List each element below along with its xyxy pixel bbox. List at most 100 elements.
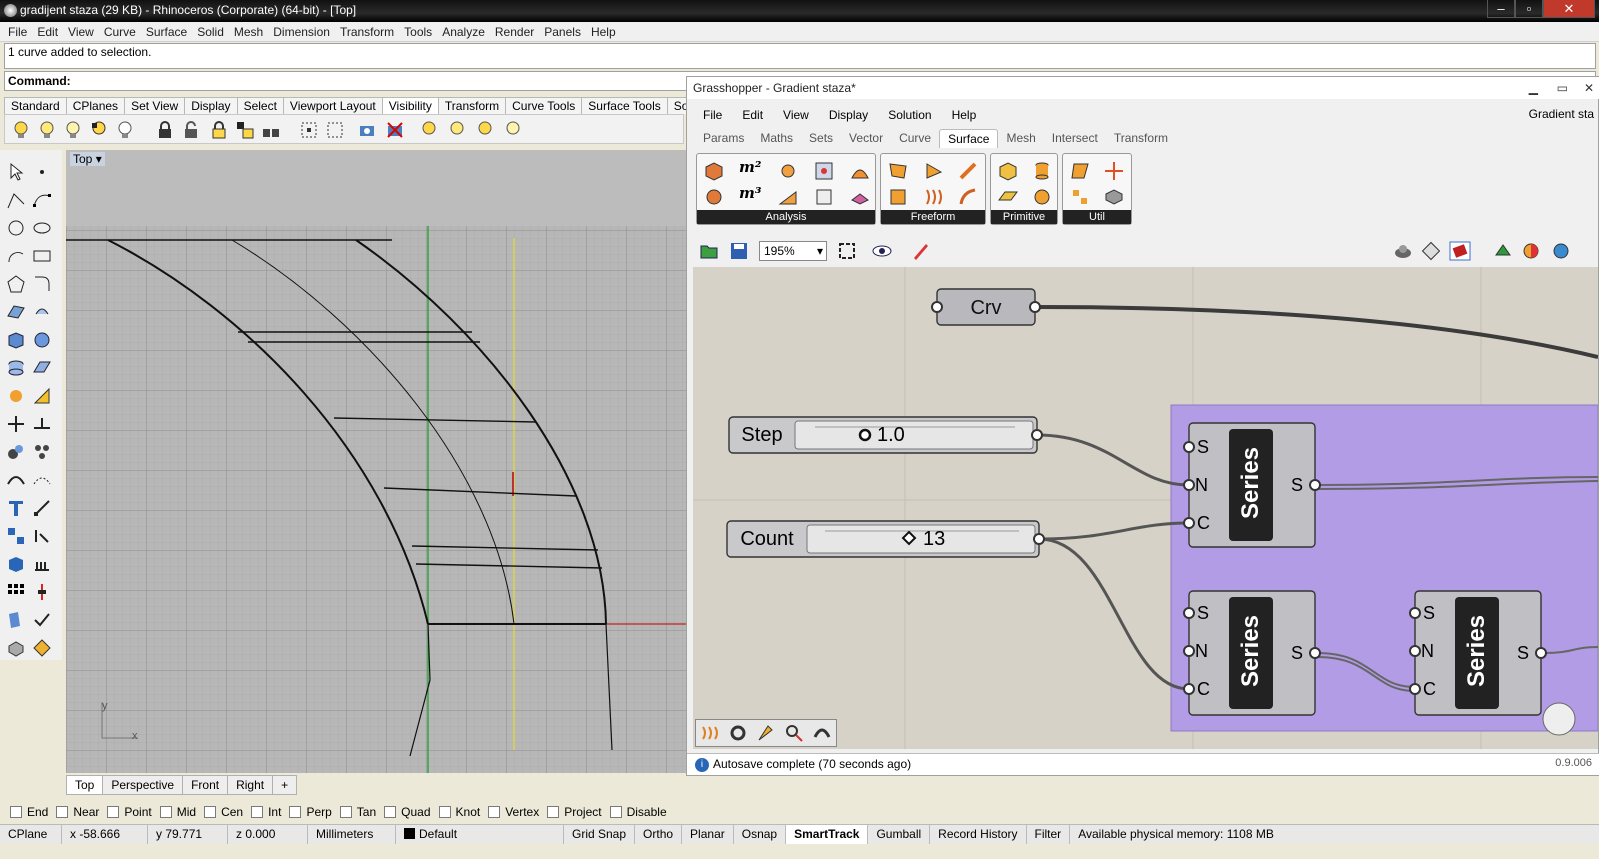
menu-edit[interactable]: Edit	[37, 25, 58, 39]
rectangle-icon[interactable]	[32, 246, 52, 266]
gh-document-name[interactable]: Gradient sta	[1529, 107, 1594, 121]
series1-output-s[interactable]: S	[1291, 475, 1303, 496]
status-osnap[interactable]: Osnap	[734, 824, 787, 844]
status-record-history[interactable]: Record History	[930, 824, 1027, 844]
unlock-selected-icon[interactable]	[235, 120, 255, 140]
show-points-icon[interactable]	[299, 120, 319, 140]
osnap-knot[interactable]: Knot	[438, 805, 480, 819]
circle-icon[interactable]	[6, 218, 26, 238]
extrude-surface-icon[interactable]	[923, 160, 945, 182]
surface-from-points-icon[interactable]	[6, 302, 26, 322]
box-properties-icon[interactable]	[703, 160, 725, 182]
box-icon[interactable]	[6, 330, 26, 350]
plane-icon[interactable]	[32, 358, 52, 378]
menu-curve[interactable]: Curve	[104, 25, 136, 39]
menu-tools[interactable]: Tools	[404, 25, 432, 39]
menu-analyze[interactable]: Analyze	[442, 25, 485, 39]
osnap-perp[interactable]: Perp	[289, 805, 332, 819]
zoom-select[interactable]: 195% ▾	[759, 241, 827, 261]
gh-tab-curve[interactable]: Curve	[891, 129, 939, 148]
menu-panels[interactable]: Panels	[544, 25, 581, 39]
tab-right[interactable]: Right	[227, 775, 274, 795]
show-layer-icon[interactable]	[419, 120, 439, 140]
loft-icon[interactable]	[923, 186, 945, 208]
series2-input-s[interactable]: S	[1197, 603, 1209, 624]
step-slider-value[interactable]: 1.0	[877, 424, 905, 447]
cylinder-icon[interactable]	[1031, 160, 1053, 182]
osnap-point[interactable]: Point	[107, 805, 152, 819]
widget-freeform-icon[interactable]	[700, 723, 720, 743]
arc-icon[interactable]	[6, 246, 26, 266]
osnap-project[interactable]: Project	[547, 805, 602, 819]
status-ortho[interactable]: Ortho	[635, 824, 683, 844]
edit-points-icon[interactable]	[32, 470, 52, 490]
boolean-icon[interactable]	[6, 414, 26, 434]
menu-surface[interactable]: Surface	[146, 25, 187, 39]
tab-front[interactable]: Front	[182, 775, 229, 795]
close-icon[interactable]: ✕	[1543, 0, 1595, 18]
status-planar[interactable]: Planar	[682, 824, 734, 844]
top-viewport[interactable]: Top ▾ y x	[66, 150, 686, 773]
gh-tab-mesh[interactable]: Mesh	[998, 129, 1043, 148]
wireframe-preview-icon[interactable]	[1393, 241, 1413, 261]
group-label-util[interactable]: Util	[1063, 210, 1131, 224]
menu-help[interactable]: Help	[591, 25, 616, 39]
point-icon[interactable]	[32, 162, 52, 182]
tab-surface-tools[interactable]: Surface Tools	[581, 97, 668, 114]
gh-minimize-icon[interactable]: ▁	[1529, 77, 1538, 99]
sweep-icon[interactable]	[957, 186, 979, 208]
menu-mesh[interactable]: Mesh	[234, 25, 263, 39]
osnap-cen[interactable]: Cen	[204, 805, 243, 819]
hide-camera-icon[interactable]	[385, 120, 405, 140]
hide-in-detail-icon[interactable]	[503, 120, 523, 140]
shaded-preview-icon[interactable]	[1421, 241, 1441, 261]
material-icon[interactable]	[6, 638, 26, 658]
closest-point-icon[interactable]	[813, 160, 835, 182]
osculating-icon[interactable]	[777, 186, 799, 208]
extrude-linear-icon[interactable]	[957, 160, 979, 182]
series3-output-s[interactable]: S	[1517, 643, 1529, 664]
series3-input-s[interactable]: S	[1423, 603, 1435, 624]
viewport-title[interactable]: Top ▾	[70, 152, 105, 166]
menu-view[interactable]: View	[68, 25, 94, 39]
divide-surface-icon[interactable]	[1103, 160, 1125, 182]
gh-tab-vector[interactable]: Vector	[841, 129, 891, 148]
cluster-icon[interactable]	[1551, 241, 1571, 261]
gh-tab-surface[interactable]: Surface	[939, 129, 999, 148]
series1-input-c[interactable]: C	[1197, 513, 1210, 534]
chevron-down-icon[interactable]: ▾	[96, 152, 102, 166]
widget-gear-icon[interactable]	[728, 723, 748, 743]
show-objects-icon[interactable]	[11, 120, 31, 140]
series2-input-n[interactable]: N	[1195, 641, 1208, 662]
brep-wireframe-icon[interactable]	[703, 186, 725, 208]
group-icon[interactable]	[6, 442, 26, 462]
tab-cplanes[interactable]: CPlanes	[65, 97, 126, 114]
principal-curvature-icon[interactable]	[849, 186, 871, 208]
tab-viewport-layout[interactable]: Viewport Layout	[282, 97, 383, 114]
gh-tab-params[interactable]: Params	[695, 129, 752, 148]
join-icon[interactable]	[32, 414, 52, 434]
osnap-disable[interactable]: Disable	[609, 805, 667, 819]
cut-icon[interactable]	[32, 526, 52, 546]
gh-menu-help[interactable]: Help	[952, 108, 977, 122]
show-selected-icon[interactable]	[63, 120, 83, 140]
four-point-surface-icon[interactable]	[887, 160, 909, 182]
count-slider-value[interactable]: 13	[923, 528, 945, 551]
group-label-analysis[interactable]: Analysis	[697, 210, 875, 224]
render-icon[interactable]	[6, 610, 26, 630]
series2-output-s[interactable]: S	[1291, 643, 1303, 664]
surface-points-icon[interactable]	[813, 186, 835, 208]
group-label-freeform[interactable]: Freeform	[881, 210, 985, 224]
light-icon[interactable]	[32, 638, 52, 658]
series1-input-n[interactable]: N	[1195, 475, 1208, 496]
show-camera-icon[interactable]	[357, 120, 377, 140]
center-box-icon[interactable]	[997, 160, 1019, 182]
scale-icon[interactable]	[32, 386, 52, 406]
widget-search-icon[interactable]	[784, 723, 804, 743]
osnap-near[interactable]: Near	[56, 805, 99, 819]
widget-paint-icon[interactable]	[756, 723, 776, 743]
gh-maximize-icon[interactable]: ▭	[1557, 77, 1568, 99]
status-units[interactable]: Millimeters	[308, 824, 396, 844]
add-viewport-tab-button[interactable]: +	[272, 775, 298, 795]
tab-display[interactable]: Display	[184, 97, 238, 114]
